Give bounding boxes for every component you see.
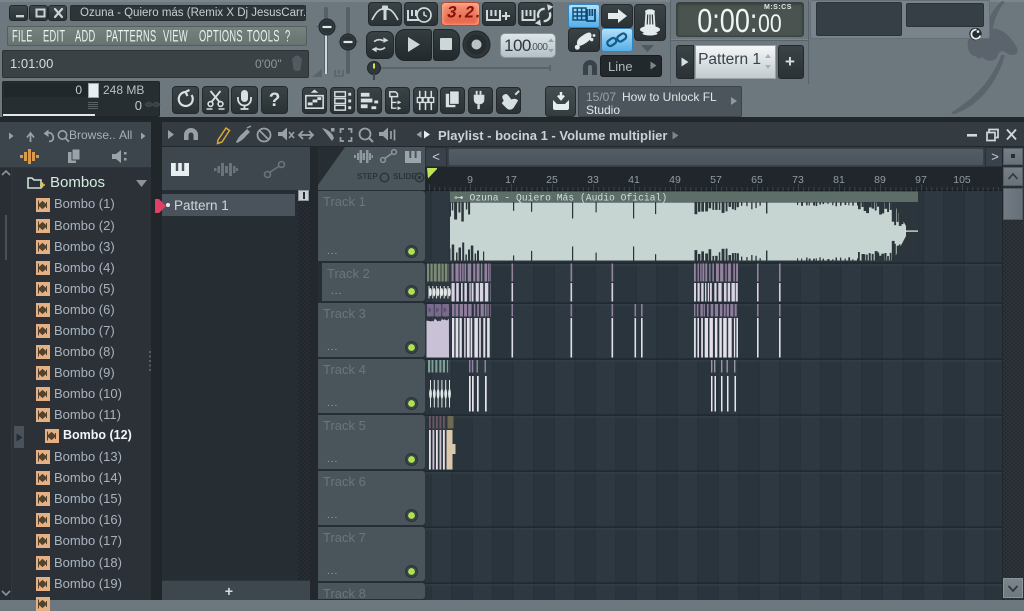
svg-text:?: ? (269, 90, 281, 111)
svg-text:⊶ Ozuna - Quiero Más (Audio Of: ⊶ Ozuna - Quiero Más (Audio Oficial) (454, 193, 667, 204)
